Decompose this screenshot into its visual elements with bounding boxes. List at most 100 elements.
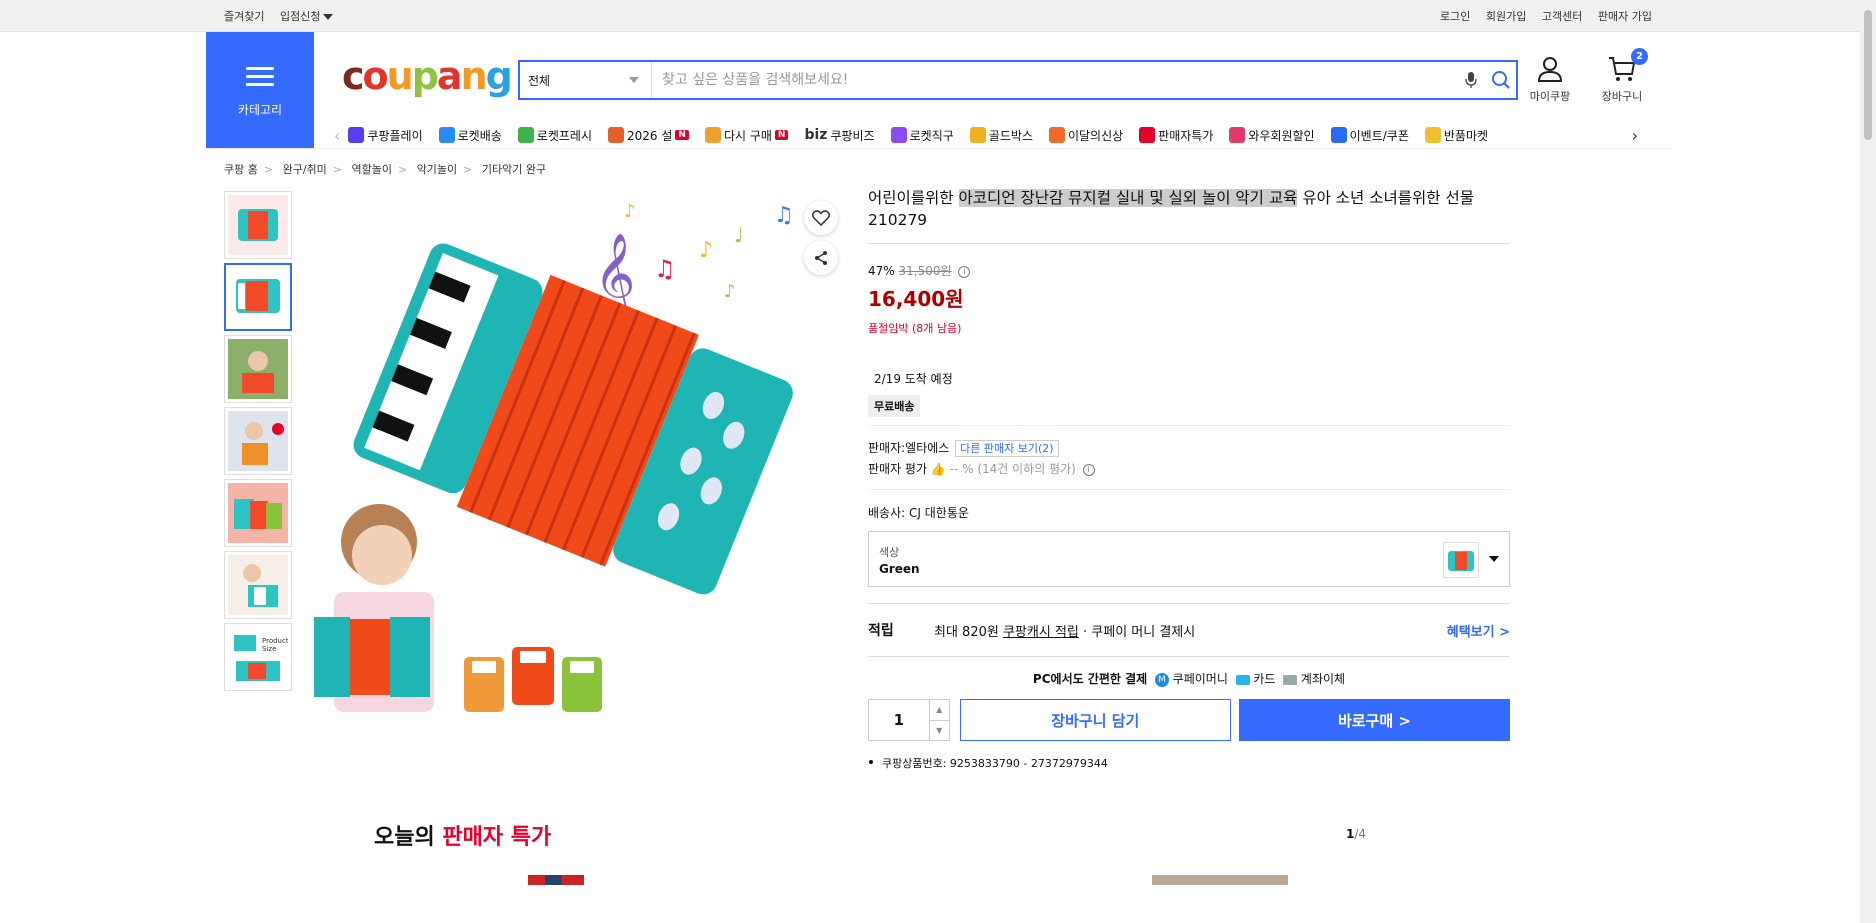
product-thumbnail[interactable] bbox=[224, 479, 292, 547]
mini-accordions-illustration bbox=[464, 647, 602, 712]
nav-item[interactable]: 쿠팡플레이 bbox=[348, 127, 423, 144]
quantity-down-icon[interactable]: ▼ bbox=[930, 721, 949, 741]
login-link[interactable]: 로그인 bbox=[1440, 10, 1470, 23]
svg-text:♫: ♫ bbox=[774, 203, 794, 228]
coupang-cash-link[interactable]: 쿠팡캐시 적립 bbox=[1003, 625, 1079, 640]
page-scrollbar[interactable] bbox=[1860, 0, 1876, 923]
reward-text: 최대 820원 쿠팡캐시 적립 · 쿠페이 머니 결제시 bbox=[934, 624, 1196, 640]
wishlist-heart-button[interactable] bbox=[804, 201, 838, 235]
nav-item-label: 로켓직구 bbox=[909, 128, 954, 143]
new-badge: N bbox=[675, 130, 689, 140]
quantity-stepper[interactable]: 1 ▲ ▼ bbox=[868, 699, 950, 741]
nav-item[interactable]: 로켓직구 bbox=[890, 127, 954, 144]
card-icon bbox=[1235, 674, 1250, 685]
svg-text:Size: Size bbox=[262, 645, 276, 653]
customer-center-link[interactable]: 고객센터 bbox=[1542, 10, 1582, 23]
nav-item-label: 쿠팡플레이 bbox=[367, 128, 423, 143]
seller-apply-link[interactable]: 입점신청 bbox=[280, 10, 334, 23]
deal-item-image[interactable] bbox=[528, 875, 584, 885]
product-thumbnail[interactable] bbox=[224, 407, 292, 475]
seller-name[interactable]: 엘타에스 bbox=[905, 441, 949, 455]
info-icon[interactable]: i bbox=[958, 265, 971, 278]
svg-text:♩: ♩ bbox=[734, 223, 743, 247]
courier-label: 배송사: bbox=[868, 506, 906, 520]
share-icon bbox=[815, 251, 827, 265]
breadcrumb-item[interactable]: 악기놀이 bbox=[417, 163, 457, 176]
user-icon bbox=[1537, 57, 1563, 82]
benefits-more-link[interactable]: 혜택보기 > bbox=[1447, 621, 1510, 640]
child-photo-illustration bbox=[314, 504, 434, 712]
category-nav: ‹ 쿠팡플레이 로켓배송 로켓프레시 2026 설 N 다시 구매 N biz 쿠팡비즈 로켓직구… bbox=[326, 122, 1646, 148]
cart-button[interactable]: 장바구니 2 bbox=[1586, 48, 1658, 104]
main-product-image: 𝄞 ♫ ♪ ♩ ♫ ♪ ♪ bbox=[304, 187, 856, 735]
product-thumbnail[interactable] bbox=[224, 263, 292, 331]
nav-item[interactable]: 로켓배송 bbox=[438, 127, 502, 144]
pay-label: PC에서도 간편한 결제 bbox=[1032, 672, 1148, 686]
favorites-link[interactable]: 즐겨찾기 bbox=[224, 10, 264, 23]
nav-item-label: 2026 설 bbox=[626, 128, 673, 143]
breadcrumb-item[interactable]: 쿠팡 홈 bbox=[224, 163, 258, 176]
nav-item-label: 와우회원할인 bbox=[1248, 128, 1315, 143]
search-scope-select[interactable]: 전체 bbox=[520, 62, 652, 98]
nav-item-label: 로켓배송 bbox=[457, 128, 502, 143]
product-thumbnail[interactable] bbox=[224, 551, 292, 619]
buy-now-button[interactable]: 바로구매 > bbox=[1238, 699, 1510, 741]
option-thumbnail bbox=[1443, 542, 1479, 578]
header: 카테고리 coupang 전체 마이쿠팡 장바구니 2 ‹ 쿠팡플레이 로켓배송 로… bbox=[206, 32, 1670, 148]
nav-next-arrow-icon[interactable]: › bbox=[1625, 125, 1638, 145]
search-input[interactable] bbox=[652, 62, 1456, 98]
microphone-icon[interactable] bbox=[1456, 71, 1486, 89]
seller-signup-link[interactable]: 판매자 가입 bbox=[1598, 10, 1652, 23]
chevron-down-icon bbox=[629, 77, 639, 83]
breadcrumb-item[interactable]: 역할놀이 bbox=[351, 163, 391, 176]
nav-item-icon bbox=[1229, 127, 1246, 143]
breadcrumb-item[interactable]: 완구/취미 bbox=[283, 163, 327, 176]
coupay-icon: M bbox=[1154, 672, 1169, 687]
nav-item[interactable]: 판매자특가 bbox=[1139, 127, 1213, 144]
nav-item-icon bbox=[969, 127, 986, 143]
add-to-cart-button[interactable]: 장바구니 담기 bbox=[959, 699, 1231, 741]
breadcrumb: 쿠팡 홈 > 완구/취미 > 역할놀이 > 악기놀이 > 기타악기 완구 bbox=[224, 163, 547, 176]
mycoupang-button[interactable]: 마이쿠팡 bbox=[1514, 54, 1586, 104]
svg-text:♪: ♪ bbox=[624, 201, 636, 222]
category-menu-button[interactable]: 카테고리 bbox=[206, 32, 314, 148]
pay-method: 쿠페이머니 bbox=[1172, 672, 1228, 686]
deal-item-image[interactable] bbox=[1152, 875, 1288, 885]
product-thumbnail[interactable] bbox=[224, 191, 292, 259]
signup-link[interactable]: 회원가입 bbox=[1486, 10, 1526, 23]
nav-item[interactable]: 로켓프레시 bbox=[517, 127, 592, 144]
seller-info: 판매자:엘타에스 다른 판매자 보기(2) 판매자 평가 👍 -- % (14건… bbox=[868, 426, 1510, 490]
quantity-value[interactable]: 1 bbox=[869, 700, 929, 740]
product-thumbnail[interactable]: Product Size bbox=[224, 623, 292, 691]
nav-item[interactable]: 반품마켓 bbox=[1424, 127, 1489, 144]
original-price: 31,500원 bbox=[898, 264, 952, 278]
coupang-logo[interactable]: coupang bbox=[342, 54, 513, 98]
nav-item-label: 반품마켓 bbox=[1443, 128, 1489, 143]
original-price-row: 47% 31,500원 i bbox=[868, 262, 1510, 279]
product-detail: Product Size 𝄞 ♫ ♪ ♩ ♫ ♪ ♪ 어린이를위한 아코디언 장… bbox=[206, 179, 1670, 819]
nav-prev-arrow-icon[interactable]: ‹ bbox=[334, 126, 340, 145]
search-icon[interactable] bbox=[1486, 70, 1516, 90]
nav-item-label: 골드박스 bbox=[988, 128, 1033, 143]
nav-item[interactable]: 2026 설N bbox=[607, 127, 689, 144]
top-utility-bar: 즐겨찾기 입점신청 로그인 회원가입 고객센터 판매자 가입 bbox=[0, 0, 1876, 32]
quantity-up-icon[interactable]: ▲ bbox=[929, 700, 949, 721]
option-value: Green bbox=[879, 562, 920, 576]
nav-item[interactable]: biz 쿠팡비즈 bbox=[804, 127, 874, 144]
other-sellers-button[interactable]: 다른 판매자 보기(2) bbox=[955, 440, 1059, 457]
product-thumbnail[interactable] bbox=[224, 335, 292, 403]
color-option-select[interactable]: 색상 Green bbox=[868, 531, 1510, 587]
nav-item[interactable]: 다시 구매 N bbox=[704, 127, 789, 144]
cart-count-badge: 2 bbox=[1631, 48, 1648, 65]
share-button[interactable] bbox=[804, 241, 838, 275]
nav-item-icon bbox=[1330, 127, 1347, 143]
breadcrumb-item[interactable]: 기타악기 완구 bbox=[482, 163, 546, 176]
nav-item[interactable]: 이벤트/쿠폰 bbox=[1330, 127, 1409, 144]
nav-item[interactable]: 골드박스 bbox=[969, 127, 1033, 144]
option-label: 색상 bbox=[879, 546, 900, 559]
nav-item[interactable]: 이달의신상 bbox=[1048, 127, 1123, 144]
info-icon[interactable]: i bbox=[1082, 463, 1095, 476]
nav-item-icon bbox=[438, 127, 455, 143]
nav-item[interactable]: 와우회원할인 bbox=[1229, 127, 1315, 144]
deals-title: 오늘의 판매자 특가 bbox=[374, 825, 552, 850]
